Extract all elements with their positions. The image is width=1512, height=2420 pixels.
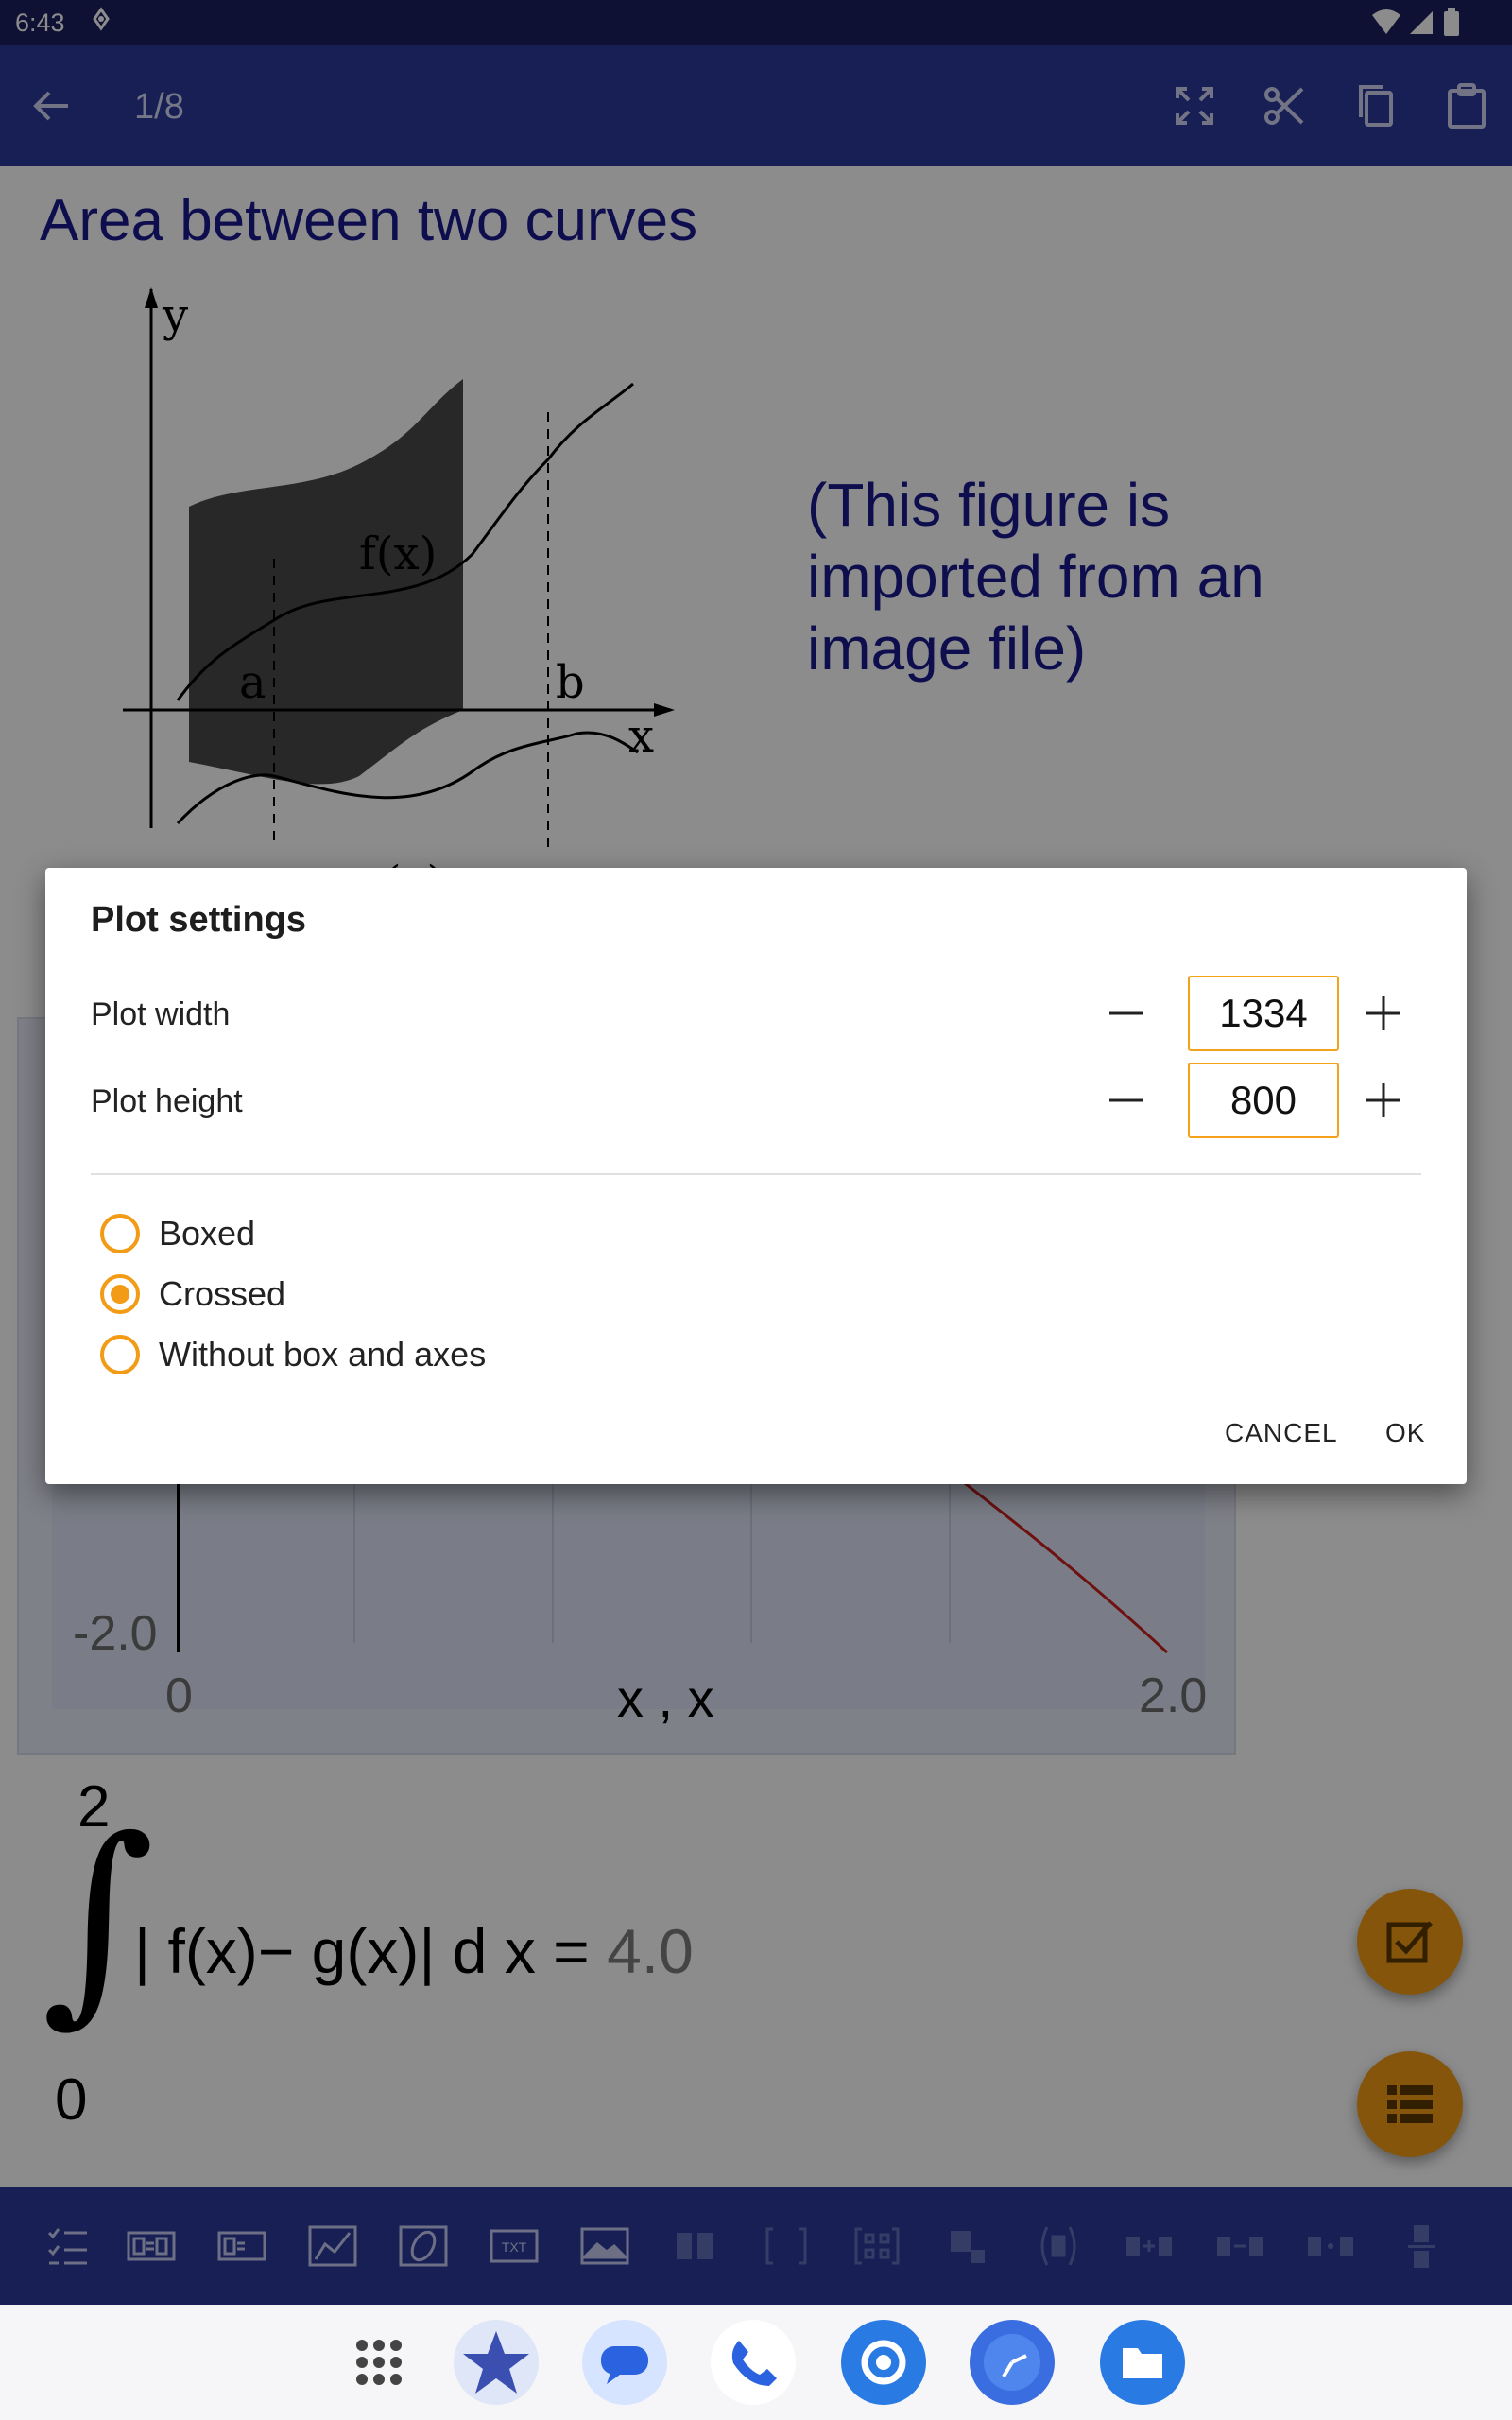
plot-width-decrease-button[interactable] (1098, 985, 1155, 1042)
messages-icon[interactable] (582, 2320, 667, 2405)
plot-height-increase-button[interactable] (1355, 1072, 1412, 1129)
radio-button[interactable] (100, 1335, 140, 1374)
app-drawer-icon[interactable] (336, 2320, 421, 2405)
plot-height-decrease-button[interactable] (1098, 1072, 1155, 1129)
radio-label: Crossed (159, 1274, 286, 1313)
radio-label: Boxed (159, 1214, 256, 1253)
plot-width-input[interactable]: 1334 (1188, 976, 1339, 1051)
star-app-icon[interactable] (454, 2320, 539, 2405)
files-icon[interactable] (1100, 2320, 1185, 2405)
plot-settings-dialog: Plot settings Plot width 1334 Plot heigh… (45, 868, 1467, 1484)
radio-button[interactable] (100, 1214, 140, 1253)
plot-width-increase-button[interactable] (1355, 985, 1412, 1042)
plot-width-label: Plot width (91, 996, 231, 1032)
cancel-button[interactable]: CANCEL (1225, 1418, 1338, 1448)
plot-height-label: Plot height (91, 1083, 243, 1119)
radio-label: Without box and axes (159, 1335, 487, 1374)
ok-button[interactable]: OK (1385, 1418, 1425, 1448)
plot-height-input[interactable]: 800 (1188, 1063, 1339, 1138)
clock-icon[interactable] (970, 2320, 1055, 2405)
phone-icon[interactable] (711, 2320, 796, 2405)
settings-icon[interactable] (841, 2320, 926, 2405)
app-dock (0, 2305, 1512, 2420)
radio-button-selected[interactable] (100, 1274, 140, 1314)
dialog-divider (91, 1173, 1421, 1175)
dialog-title: Plot settings (91, 900, 307, 940)
